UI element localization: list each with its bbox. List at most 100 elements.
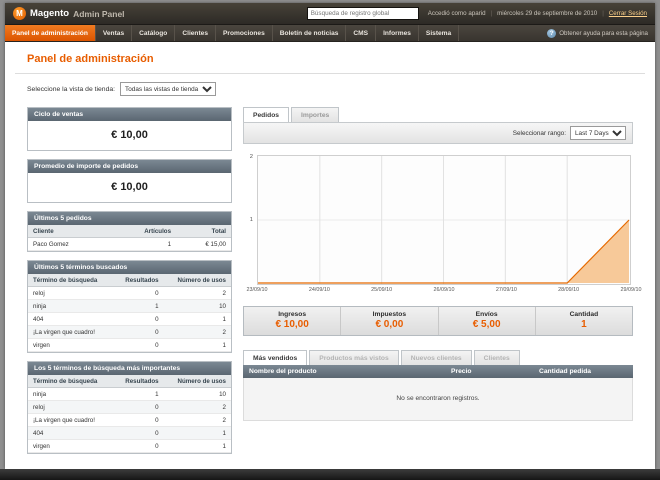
table-cell: virgen [28, 439, 114, 453]
table-row[interactable]: virgen 0 1 [28, 338, 231, 352]
stat-label: Cantidad [569, 311, 599, 318]
orders-chart: 12 23/09/10 24/09/10 25/09/10 26/09/10 27/09… [243, 144, 642, 298]
lifetime-sales-value: € 10,00 [111, 129, 148, 141]
table-cell: 0 [113, 325, 164, 339]
card-header: Ciclo de ventas [28, 108, 231, 121]
main-nav: Panel de administración Ventas Catálogo Cli… [5, 25, 655, 42]
tab-pedidos[interactable]: Pedidos [243, 107, 290, 122]
x-tick-label: 24/09/10 [308, 287, 330, 293]
table-row[interactable]: 404 0 1 [28, 312, 231, 326]
table-cell: 1 [113, 387, 164, 401]
nav-items: Panel de administración Ventas Catálogo Cli… [5, 25, 460, 41]
table-cell: 0 [113, 439, 164, 453]
tab-importes[interactable]: Importes [291, 107, 340, 122]
nav-item-sistema[interactable]: Sistema [419, 25, 460, 41]
tab-mas-vendidos[interactable]: Más vendidos [243, 350, 308, 365]
card-header: Últimos 5 términos buscados [28, 261, 231, 274]
table-row[interactable]: Paco Gomez 1 € 15,00 [28, 237, 231, 251]
empty-table-message: No se encontraron registros. [243, 378, 633, 421]
magento-logo-icon: M [13, 7, 26, 20]
page-help-link[interactable]: ? Obtener ayuda para esta página [547, 25, 655, 41]
tab-nuevos-clientes[interactable]: Nuevos clientes [400, 350, 472, 365]
title-divider [15, 73, 645, 74]
table-row[interactable]: ninja 1 10 [28, 387, 231, 401]
table-cell: ¡La virgen que cuadro! [28, 325, 114, 339]
global-search-input[interactable] [306, 7, 419, 20]
table-cell: 2 [163, 286, 231, 300]
card-header: Promedio de importe de pedidos [28, 160, 231, 173]
table-row[interactable]: ¡La virgen que cuadro! 0 2 [28, 413, 231, 427]
nav-item-panel-de-administracion[interactable]: Panel de administración [5, 25, 96, 41]
brand-suffix: Admin Panel [73, 8, 125, 19]
table-cell: 0 [113, 286, 164, 300]
table-row[interactable]: 404 0 1 [28, 426, 231, 440]
table-cell: 0 [113, 338, 164, 352]
admin-page: M Magento Admin Panel Accedió como apari… [5, 3, 655, 469]
range-select[interactable]: Last 7 Days [570, 126, 626, 140]
stat-envios: Envíos € 5,00 [437, 307, 535, 335]
store-view-select[interactable]: Todas las vistas de tienda [120, 82, 217, 96]
header-separator: | [602, 10, 604, 17]
stat-impuestos: Impuestos € 0,00 [340, 307, 437, 335]
y-tick-label: 1 [249, 217, 253, 223]
table-row[interactable]: reloj 0 2 [28, 286, 231, 300]
nav-item-clientes[interactable]: Clientes [175, 25, 216, 41]
table-row[interactable]: virgen 0 1 [28, 439, 231, 453]
table-cell: 2 [163, 413, 231, 427]
chart-y-axis: 12 [243, 154, 257, 298]
page-title: Panel de administración [27, 53, 154, 65]
table-cell: 1 [113, 299, 164, 313]
y-tick-label: 2 [249, 154, 253, 160]
column-header: Artículos [110, 225, 177, 238]
stat-label: Impuestos [372, 311, 407, 318]
nav-item-cms[interactable]: CMS [346, 25, 377, 41]
column-header: Resultados [113, 375, 164, 388]
nav-item-informes[interactable]: Informes [376, 25, 419, 41]
browser-status-bar [0, 469, 660, 480]
table-cell: 404 [28, 426, 114, 440]
table-row[interactable]: reloj 0 2 [28, 400, 231, 414]
table-cell: Paco Gomez [28, 237, 111, 251]
column-header: Número de usos [163, 375, 231, 388]
login-status-text: Accedió como aparid [427, 10, 486, 17]
table-cell: 0 [113, 312, 164, 326]
store-view-row: Seleccione la vista de tienda: Todas las… [27, 82, 633, 96]
logout-link[interactable]: Cerrar Sesión [609, 10, 647, 17]
nav-item-promociones[interactable]: Promociones [216, 25, 273, 41]
stat-cantidad: Cantidad 1 [534, 307, 632, 335]
table-cell: reloj [28, 286, 114, 300]
column-header-precio: Precio [451, 368, 472, 375]
table-row[interactable]: ninja 1 10 [28, 299, 231, 313]
orders-chart-svg [257, 155, 631, 285]
tab-clientes[interactable]: Clientes [473, 350, 520, 365]
help-label: Obtener ayuda para esta página [559, 29, 648, 37]
header-bar: M Magento Admin Panel Accedió como apari… [5, 3, 655, 25]
x-tick-label: 28/09/10 [558, 287, 580, 293]
table-cell: 1 [110, 237, 177, 251]
column-header: Cliente [28, 225, 111, 238]
x-tick-label: 25/09/10 [371, 287, 393, 293]
average-orders-card: Promedio de importe de pedidos € 10,00 [27, 159, 232, 203]
last-orders-card: Últimos 5 pedidos Cliente Artículos Total P… [27, 211, 232, 252]
chart-x-labels: 23/09/10 24/09/10 25/09/10 26/09/10 27/09/10… [247, 287, 642, 298]
tab-productos-mas-vistos[interactable]: Productos más vistos [309, 350, 399, 365]
header-user-info: Accedió como aparid | miércoles 29 de se… [428, 10, 647, 17]
table-cell: 1 [163, 312, 231, 326]
stat-value: € 0,00 [375, 319, 404, 330]
nav-item-boletin-de-noticias[interactable]: Boletín de noticias [273, 25, 347, 41]
x-tick-label: 23/09/10 [246, 287, 268, 293]
column-header: Término de búsqueda [28, 274, 114, 287]
table-cell: virgen [28, 338, 114, 352]
date-text: miércoles 29 de septiembre de 2010 [497, 10, 598, 17]
nav-item-ventas[interactable]: Ventas [96, 25, 133, 41]
stat-ingresos: Ingresos € 10,00 [244, 307, 340, 335]
column-header: Número de usos [163, 274, 231, 287]
table-row[interactable]: ¡La virgen que cuadro! 0 2 [28, 325, 231, 339]
range-label: Seleccionar rango: [512, 129, 566, 137]
table-cell: 2 [163, 325, 231, 339]
header-separator: | [490, 10, 493, 17]
content: Panel de administración Seleccione la vi… [5, 42, 655, 469]
table-cell: 0 [113, 426, 164, 440]
brand-name: Magento [30, 8, 70, 19]
nav-item-catalogo[interactable]: Catálogo [132, 25, 176, 41]
